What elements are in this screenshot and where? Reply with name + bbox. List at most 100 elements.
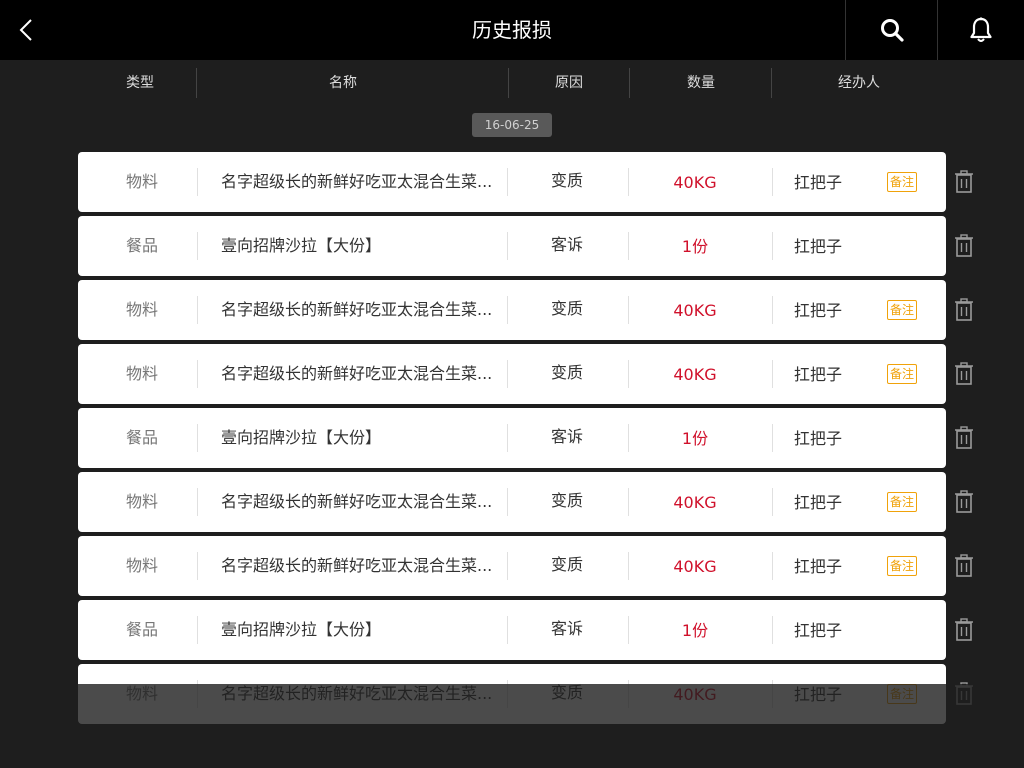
- row-quantity: 40KG: [673, 173, 717, 192]
- row-divider: [628, 232, 629, 260]
- row-divider: [197, 552, 198, 580]
- row-reason: 变质: [550, 555, 583, 574]
- row-divider: [772, 616, 773, 644]
- row-name: 名字超级长的新鲜好吃亚太混合生菜...: [221, 364, 493, 383]
- row-divider: [772, 360, 773, 388]
- trash-icon: [955, 490, 973, 513]
- note-badge[interactable]: 备注: [887, 556, 917, 576]
- row-divider: [197, 360, 198, 388]
- bell-icon: [970, 17, 992, 42]
- row-person: 扛把子: [794, 429, 843, 448]
- row-name: 名字超级长的新鲜好吃亚太混合生菜...: [221, 556, 493, 575]
- column-header-row: 类型 名称 原因 数量 经办人: [78, 60, 946, 106]
- row-quantity: 1份: [681, 621, 709, 640]
- row-name: 壹向招牌沙拉【大份】: [221, 236, 382, 255]
- delete-button[interactable]: [952, 616, 976, 644]
- row-reason: 变质: [550, 491, 583, 510]
- row-type: 餐品: [125, 428, 158, 447]
- table-row[interactable]: 物料 名字超级长的新鲜好吃亚太混合生菜... 变质 40KG 扛把子 备注: [78, 472, 946, 532]
- row-quantity: 40KG: [673, 557, 717, 576]
- delete-button[interactable]: [952, 488, 976, 516]
- table-row[interactable]: 物料 名字超级长的新鲜好吃亚太混合生菜... 变质 40KG 扛把子 备注: [78, 280, 946, 340]
- delete-button[interactable]: [952, 232, 976, 260]
- column-header-reason: 原因: [555, 75, 583, 91]
- column-header-type: 类型: [126, 75, 154, 91]
- trash-icon: [955, 298, 973, 321]
- row-divider: [772, 232, 773, 260]
- delete-button[interactable]: [952, 552, 976, 580]
- back-button[interactable]: [10, 14, 42, 46]
- delete-button[interactable]: [952, 296, 976, 324]
- row-reason: 客诉: [550, 235, 583, 254]
- row-reason: 变质: [550, 363, 583, 382]
- row-quantity: 40KG: [673, 365, 717, 384]
- note-badge[interactable]: 备注: [887, 300, 917, 320]
- table-row[interactable]: 物料 名字超级长的新鲜好吃亚太混合生菜... 变质 40KG 扛把子 备注: [78, 152, 946, 212]
- row-divider: [197, 616, 198, 644]
- row-type: 餐品: [125, 620, 158, 639]
- row-reason: 变质: [550, 299, 583, 318]
- bottom-fade-overlay: [0, 684, 1024, 768]
- row-name: 壹向招牌沙拉【大份】: [221, 620, 382, 639]
- row-person: 扛把子: [794, 621, 843, 640]
- row-divider: [628, 424, 629, 452]
- row-quantity: 40KG: [673, 493, 717, 512]
- row-quantity: 1份: [681, 429, 709, 448]
- row-divider: [628, 168, 629, 196]
- column-header-qty: 数量: [687, 75, 715, 91]
- search-button[interactable]: [845, 0, 937, 60]
- trash-icon: [955, 618, 973, 641]
- search-icon: [880, 19, 904, 42]
- delete-button[interactable]: [952, 168, 976, 196]
- row-type: 物料: [125, 556, 158, 575]
- trash-icon: [955, 234, 973, 257]
- table-row[interactable]: 物料 名字超级长的新鲜好吃亚太混合生菜... 变质 40KG 扛把子 备注: [78, 536, 946, 596]
- row-divider: [772, 552, 773, 580]
- row-divider: [628, 296, 629, 324]
- note-badge[interactable]: 备注: [887, 172, 917, 192]
- row-name: 名字超级长的新鲜好吃亚太混合生菜...: [221, 300, 493, 319]
- delete-button[interactable]: [952, 424, 976, 452]
- row-person: 扛把子: [794, 301, 843, 320]
- column-header-person: 经办人: [838, 75, 880, 91]
- table-row[interactable]: 餐品 壹向招牌沙拉【大份】 客诉 1份 扛把子: [78, 408, 946, 468]
- row-type: 餐品: [125, 236, 158, 255]
- note-badge[interactable]: 备注: [887, 492, 917, 512]
- trash-icon: [955, 362, 973, 385]
- date-group-label: 16-06-25: [472, 113, 552, 137]
- row-divider: [197, 488, 198, 516]
- row-divider: [628, 360, 629, 388]
- delete-button[interactable]: [952, 360, 976, 388]
- row-person: 扛把子: [794, 557, 843, 576]
- row-reason: 客诉: [550, 427, 583, 446]
- row-name: 名字超级长的新鲜好吃亚太混合生菜...: [221, 492, 493, 511]
- row-divider: [197, 168, 198, 196]
- trash-icon: [955, 426, 973, 449]
- table-row[interactable]: 物料 名字超级长的新鲜好吃亚太混合生菜... 变质 40KG 扛把子 备注: [78, 344, 946, 404]
- row-divider: [628, 552, 629, 580]
- row-type: 物料: [125, 364, 158, 383]
- row-type: 物料: [125, 300, 158, 319]
- row-divider: [772, 168, 773, 196]
- note-badge[interactable]: 备注: [887, 364, 917, 384]
- row-quantity: 1份: [681, 237, 709, 256]
- table-row[interactable]: 餐品 壹向招牌沙拉【大份】 客诉 1份 扛把子: [78, 216, 946, 276]
- row-person: 扛把子: [794, 173, 843, 192]
- row-divider: [772, 424, 773, 452]
- trash-icon: [955, 170, 973, 193]
- row-type: 物料: [125, 492, 158, 511]
- column-header-name: 名称: [329, 75, 357, 91]
- row-divider: [772, 488, 773, 516]
- row-divider: [197, 296, 198, 324]
- row-divider: [197, 424, 198, 452]
- row-name: 壹向招牌沙拉【大份】: [221, 428, 382, 447]
- table-row[interactable]: 餐品 壹向招牌沙拉【大份】 客诉 1份 扛把子: [78, 600, 946, 660]
- row-quantity: 40KG: [673, 301, 717, 320]
- row-divider: [628, 488, 629, 516]
- row-reason: 客诉: [550, 619, 583, 638]
- row-divider: [197, 232, 198, 260]
- notification-button[interactable]: [937, 0, 1024, 60]
- back-arrow-icon: [19, 19, 32, 41]
- row-person: 扛把子: [794, 237, 843, 256]
- row-person: 扛把子: [794, 493, 843, 512]
